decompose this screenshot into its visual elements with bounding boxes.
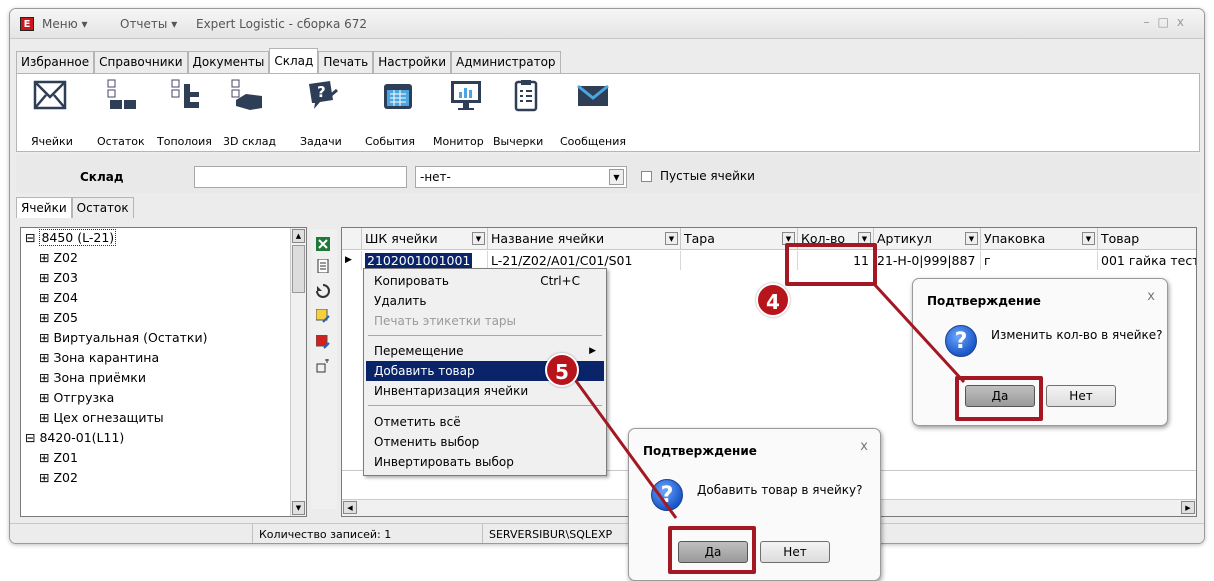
step-badge-4: 4: [756, 283, 790, 317]
highlight-yes-add: [668, 526, 756, 574]
step-badge-5: 5: [545, 353, 579, 387]
highlight-yes-qty: [955, 376, 1043, 421]
annotation-lines: [566, 283, 966, 519]
highlight-qty-cell: [785, 243, 877, 286]
